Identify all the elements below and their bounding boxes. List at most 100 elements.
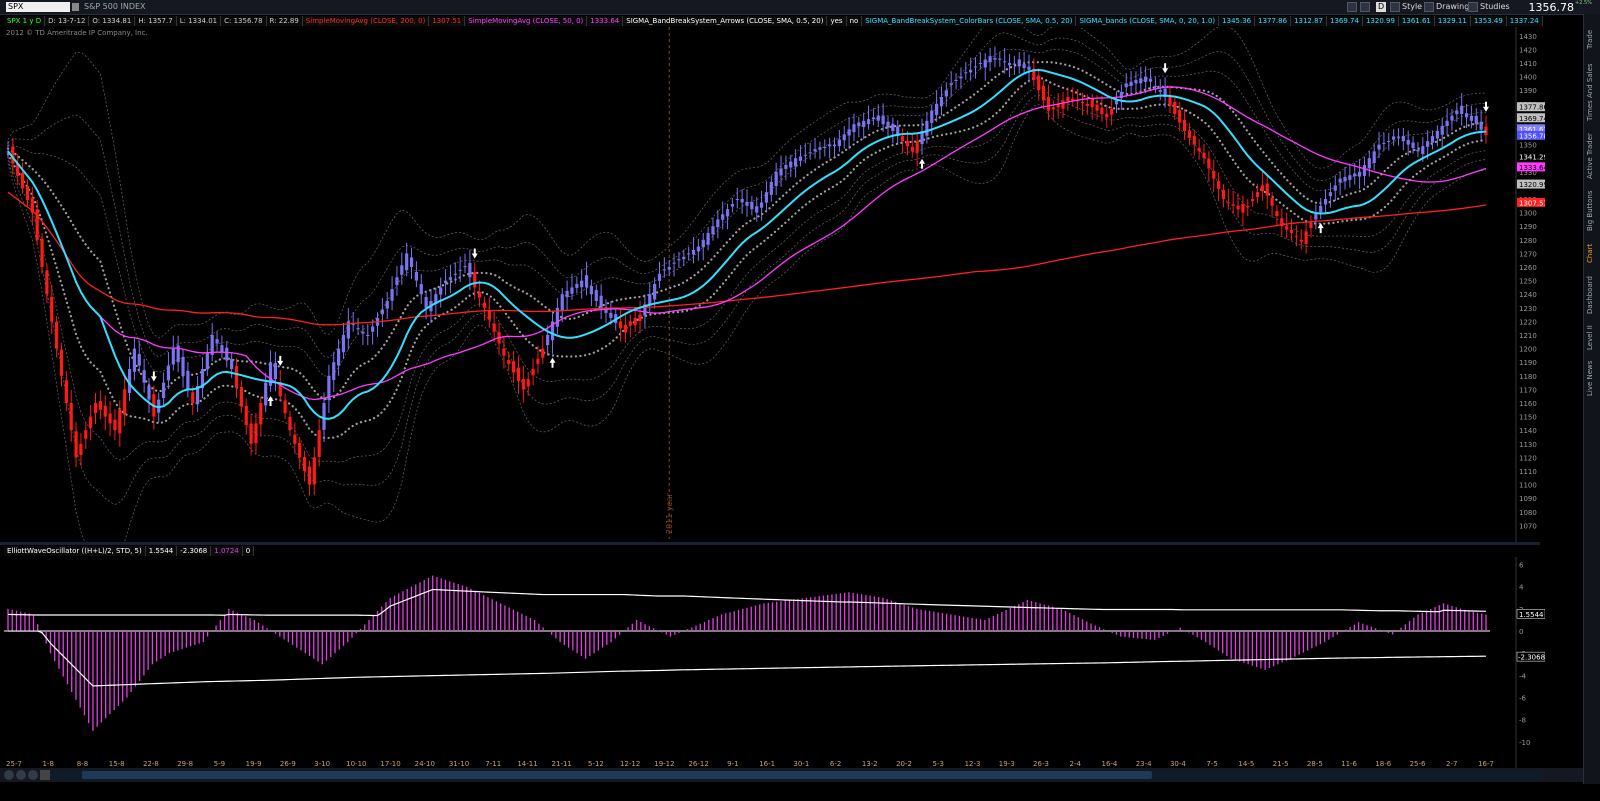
price-bar <box>361 331 365 334</box>
price-bar <box>925 120 929 136</box>
price-bar <box>103 405 107 417</box>
study-colorbars-label[interactable]: SIGMA_BandBreakSystem_ColorBars (CLOSE, … <box>862 16 1077 26</box>
rail-tab-dashboard[interactable]: Dashboard <box>1586 272 1598 318</box>
price-bar <box>725 209 730 217</box>
rail-tab-times-and-sales[interactable]: Times And Sales <box>1586 62 1598 122</box>
price-bar <box>769 182 773 195</box>
price-bar <box>273 362 278 380</box>
oscillator-chart[interactable]: 6 4 20-2 -4 -6 -8 -10 1.5544 -2.3068 25-7 1-8 8-8 15… <box>0 557 1545 768</box>
price-bar <box>978 63 982 64</box>
date-tick-label: 19-12 <box>654 760 674 768</box>
price-bar <box>1216 180 1221 189</box>
date-tick-label: 7-5 <box>1206 760 1217 768</box>
price-bar <box>1148 78 1153 82</box>
share-icon[interactable] <box>1360 2 1370 12</box>
price-bar <box>59 349 64 376</box>
price-tick-label: 1170 <box>1519 386 1537 394</box>
osc-tick-label: -4 <box>1519 672 1527 680</box>
price-bar <box>1110 108 1114 115</box>
rail-tab-chart[interactable]: Chart <box>1586 240 1598 266</box>
price-bar <box>1289 230 1294 233</box>
price-bar <box>69 403 73 431</box>
rail-tab-active-trader[interactable]: Active Trader <box>1586 130 1598 182</box>
price-bar <box>1285 226 1289 230</box>
price-bar <box>1333 185 1337 191</box>
price-bar <box>137 354 141 366</box>
date-tick-label: 5-3 <box>933 760 944 768</box>
price-bar <box>1260 185 1264 192</box>
price-bar <box>891 123 895 131</box>
price-bar <box>701 239 705 248</box>
price-bar <box>1411 142 1415 148</box>
study-sma200-label[interactable]: SimpleMovingAvg (CLOSE, 200, 0) <box>302 16 430 26</box>
bottom-scroll-bar <box>0 768 1600 782</box>
lock-icon[interactable] <box>72 3 79 11</box>
osc-tick-label: 4 <box>1519 584 1524 592</box>
studies-icon[interactable] <box>1468 2 1478 12</box>
price-bar <box>1231 204 1235 206</box>
pane-divider[interactable] <box>0 542 1540 545</box>
zoom-in-icon[interactable] <box>16 770 26 780</box>
buy-arrow-icon <box>919 158 926 169</box>
pan-icon[interactable] <box>4 770 14 780</box>
price-bar <box>828 144 832 147</box>
price-bar <box>1007 63 1012 66</box>
style-icon[interactable] <box>1390 2 1400 12</box>
price-bar <box>1372 151 1376 163</box>
price-tick-label: 1230 <box>1519 305 1537 313</box>
price-bar <box>818 147 822 150</box>
date-tick-label: 15-8 <box>109 760 125 768</box>
price-tick-label: 1240 <box>1519 291 1537 299</box>
price-bar <box>244 405 248 426</box>
rail-tab-level-ii[interactable]: Level II <box>1586 324 1598 352</box>
price-bar <box>239 386 243 407</box>
study-arrows-label[interactable]: SIGMA_BandBreakSystem_Arrows (CLOSE, SMA… <box>623 16 828 26</box>
style-menu[interactable]: Style <box>1402 2 1422 12</box>
price-bar <box>808 152 812 154</box>
price-label: 1341.29 <box>1519 153 1545 161</box>
price-bar <box>1090 99 1094 108</box>
rail-tab-big-buttons[interactable]: Big Buttons <box>1586 188 1598 234</box>
price-bar <box>798 156 803 161</box>
price-bar <box>1255 192 1260 198</box>
price-bar <box>487 310 491 320</box>
osc-lower-line <box>8 630 1487 687</box>
price-bar <box>1017 59 1021 67</box>
price-chart[interactable]: 1430142014101400139013801370136013501340… <box>0 27 1545 542</box>
price-bar <box>1022 64 1026 69</box>
sigma-dashed-band <box>7 94 1487 505</box>
price-bar <box>1430 136 1435 143</box>
price-tick-label: 1250 <box>1519 278 1537 286</box>
date-tick-label: 17-10 <box>380 760 400 768</box>
study-bands-label[interactable]: SIGMA_bands (CLOSE, SMA, 0, 20, 1.0) <box>1076 16 1220 26</box>
oscillator-value: 0 <box>242 546 255 556</box>
price-bar <box>716 219 720 228</box>
date-tick-label: 30-1 <box>793 760 809 768</box>
time-scrollbar-thumb[interactable] <box>82 771 1152 779</box>
zoom-out-icon[interactable] <box>28 770 38 780</box>
price-tick-label: 1430 <box>1519 33 1537 41</box>
price-bar <box>837 139 841 147</box>
price-bar <box>55 321 59 349</box>
price-tick-label: 1200 <box>1519 346 1537 354</box>
price-bar <box>1212 170 1216 179</box>
rail-tab-live-news[interactable]: Live News <box>1586 358 1598 398</box>
price-bar <box>881 115 885 125</box>
price-bar <box>857 122 861 127</box>
symbol-input[interactable]: SPX <box>6 2 70 12</box>
studies-menu[interactable]: Studies <box>1480 2 1510 12</box>
price-bar <box>1294 235 1298 237</box>
rail-tab-trade[interactable]: Trade <box>1586 24 1598 54</box>
link-icon[interactable] <box>1347 2 1357 12</box>
drawings-icon[interactable] <box>1424 2 1434 12</box>
date-tick-label: 24-10 <box>415 760 435 768</box>
cursor-icon[interactable] <box>40 770 50 780</box>
price-bar <box>1124 83 1128 88</box>
period-button[interactable]: D <box>1376 2 1387 12</box>
oscillator-title[interactable]: ElliottWaveOscillator ((H+L)/2, STD, 5) <box>4 546 146 556</box>
price-bar <box>307 466 312 485</box>
study-sma50-label[interactable]: SimpleMovingAvg (CLOSE, 50, 0) <box>465 16 588 26</box>
price-tick-label: 1390 <box>1519 87 1537 95</box>
price-bar <box>1304 231 1308 244</box>
study-bands-value: 1337.24 <box>1506 16 1543 26</box>
